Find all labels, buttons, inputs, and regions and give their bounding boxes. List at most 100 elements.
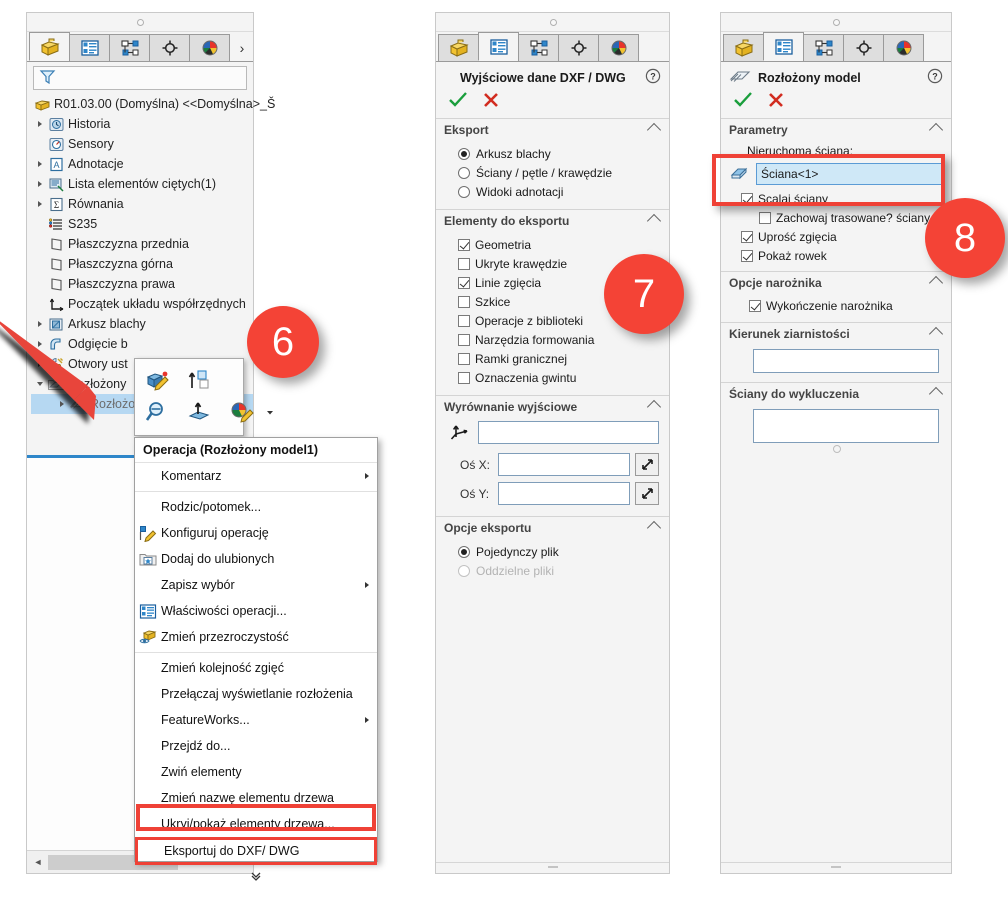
menu-item-11[interactable]: Zwiń elementy: [135, 759, 377, 785]
expand-caret-icon[interactable]: [55, 401, 69, 407]
tree-item-11[interactable]: Odgięcie b: [31, 334, 253, 354]
close-icon[interactable]: [767, 91, 785, 112]
checkmark-icon[interactable]: [448, 91, 468, 112]
tree-item-0[interactable]: Historia: [31, 114, 253, 134]
configuration-manager-tab[interactable]: [518, 34, 559, 61]
help-icon[interactable]: ?: [927, 68, 943, 87]
axis-input-0[interactable]: [498, 453, 630, 476]
checkmark-icon[interactable]: [733, 91, 753, 112]
tree-item-6[interactable]: Płaszczyzna przednia: [31, 234, 253, 254]
tree-filter-input[interactable]: [33, 66, 247, 90]
checkbox-flat-corner-checks-0[interactable]: Wykończenie narożnika: [749, 296, 943, 315]
section-header-0[interactable]: Eksport: [436, 118, 669, 140]
checkbox-1-5[interactable]: Narzędzia formowania: [458, 330, 661, 349]
close-icon[interactable]: [482, 91, 500, 112]
menu-item-3[interactable]: Dodaj do ulubionych: [135, 546, 377, 572]
checkbox-flat-param-checks-1[interactable]: Zachowaj trasowane? ściany: [759, 208, 943, 227]
expand-caret-icon[interactable]: [33, 341, 47, 347]
display-manager-tab[interactable]: [598, 34, 639, 61]
context-menu-expand-button[interactable]: [135, 865, 377, 887]
grain-direction-input[interactable]: [753, 349, 939, 373]
feature-manager-tab[interactable]: [723, 34, 764, 61]
radio-0-0[interactable]: Arkusz blachy: [458, 144, 661, 163]
feature-manager-tab[interactable]: [29, 32, 70, 61]
normal-to-icon[interactable]: [187, 400, 213, 427]
expand-caret-icon[interactable]: [33, 161, 47, 167]
section-header-2[interactable]: Wyrównanie wyjściowe: [436, 395, 669, 417]
edit-feature-icon[interactable]: [145, 368, 171, 395]
menu-item-5[interactable]: Właściwości operacji...: [135, 598, 377, 624]
panel-drag-grip[interactable]: [721, 13, 951, 32]
faces-to-exclude-input[interactable]: [753, 409, 939, 443]
expand-caret-icon[interactable]: [33, 181, 47, 187]
tree-item-8[interactable]: Płaszczyzna prawa: [31, 274, 253, 294]
chevron-down-icon[interactable]: [265, 406, 275, 420]
expand-caret-icon[interactable]: [33, 201, 47, 207]
tree-item-7[interactable]: Płaszczyzna górna: [31, 254, 253, 274]
radio-marker: [458, 166, 470, 179]
resize-grip-dot[interactable]: [833, 445, 841, 453]
menu-item-14[interactable]: Eksportuj do DXF/ DWG: [135, 837, 377, 865]
section-header-1[interactable]: Elementy do eksportu: [436, 209, 669, 231]
configuration-manager-tab[interactable]: [109, 34, 150, 61]
section-header-parametry[interactable]: Parametry: [721, 118, 951, 140]
property-manager-tab[interactable]: [478, 32, 519, 61]
radio-3-0[interactable]: Pojedynczy plik: [458, 542, 661, 561]
feature-manager-tab[interactable]: [438, 34, 479, 61]
dimxpert-manager-tab[interactable]: [558, 34, 599, 61]
flip-direction-button-0[interactable]: [635, 453, 659, 476]
tree-item-9[interactable]: Początek układu współrzędnych: [31, 294, 253, 314]
property-manager-tab[interactable]: [763, 32, 804, 61]
menu-item-2[interactable]: Konfiguruj operację: [135, 520, 377, 546]
menu-item-4[interactable]: Zapisz wybór: [135, 572, 377, 598]
tree-item-5[interactable]: S235: [31, 214, 253, 234]
display-manager-tab[interactable]: [189, 34, 230, 61]
menu-item-1[interactable]: Rodzic/potomek...: [135, 494, 377, 520]
radio-0-1[interactable]: Ściany / pętle / krawędzie: [458, 163, 661, 182]
tree-root-item[interactable]: R01.03.00 (Domyślna) <<Domyślna>_Š: [31, 94, 275, 114]
help-icon[interactable]: ?: [645, 68, 661, 87]
tree-item-2[interactable]: A Adnotacje: [31, 154, 253, 174]
menu-item-9[interactable]: FeatureWorks...: [135, 707, 377, 733]
radio-0-2[interactable]: Widoki adnotacji: [458, 182, 661, 201]
checkbox-1-7[interactable]: Oznaczenia gwintu: [458, 368, 661, 387]
checkbox-flat-param-checks-2[interactable]: Uprość zgięcia: [741, 227, 943, 246]
tree-item-3[interactable]: Lista elementów ciętych(1): [31, 174, 253, 194]
display-manager-tab[interactable]: [883, 34, 924, 61]
dimxpert-manager-tab[interactable]: [843, 34, 884, 61]
collapse-caret-icon[interactable]: [33, 382, 47, 386]
flip-direction-button-1[interactable]: [635, 482, 659, 505]
axis-input-1[interactable]: [498, 482, 630, 505]
section-header-3[interactable]: Opcje eksportu: [436, 516, 669, 538]
panel-resize-foot[interactable]: [721, 862, 951, 873]
configuration-manager-tab[interactable]: [803, 34, 844, 61]
menu-item-8[interactable]: Przełączaj wyświetlanie rozłożenia: [135, 681, 377, 707]
section-header-grain[interactable]: Kierunek ziarnistości: [721, 322, 951, 344]
expand-caret-icon[interactable]: [33, 121, 47, 127]
section-header-corner[interactable]: Opcje narożnika: [721, 271, 951, 293]
alignment-entity-input[interactable]: [478, 421, 659, 444]
section-header-exclude[interactable]: Ściany do wykluczenia: [721, 382, 951, 404]
tree-item-4[interactable]: Σ Równania: [31, 194, 253, 214]
scroll-left-button[interactable]: ◄: [30, 854, 46, 870]
checkbox-1-6[interactable]: Ramki granicznej: [458, 349, 661, 368]
tree-item-1[interactable]: Sensory: [31, 134, 253, 154]
more-tabs-button[interactable]: ›: [231, 34, 253, 61]
menu-item-0[interactable]: Komentarz: [135, 463, 377, 489]
menu-item-6[interactable]: Zmień przezroczystość: [135, 624, 377, 650]
checkbox-flat-param-checks-3[interactable]: Pokaż rowek: [741, 246, 943, 265]
zoom-to-selection-icon[interactable]: [145, 400, 171, 427]
checkbox-1-0[interactable]: Geometria: [458, 235, 661, 254]
panel-resize-foot[interactable]: [436, 862, 669, 873]
parent-child-icon[interactable]: [187, 368, 213, 395]
panel-drag-grip[interactable]: [436, 13, 669, 32]
dimxpert-manager-tab[interactable]: [149, 34, 190, 61]
tree-item-10[interactable]: Arkusz blachy: [31, 314, 253, 334]
expand-caret-icon[interactable]: [33, 361, 47, 367]
expand-caret-icon[interactable]: [33, 321, 47, 327]
menu-item-10[interactable]: Przejdź do...: [135, 733, 377, 759]
menu-item-7[interactable]: Zmień kolejność zgięć: [135, 655, 377, 681]
appearance-icon[interactable]: [229, 400, 255, 427]
panel-drag-grip[interactable]: [27, 13, 253, 32]
property-manager-tab[interactable]: [69, 34, 110, 61]
